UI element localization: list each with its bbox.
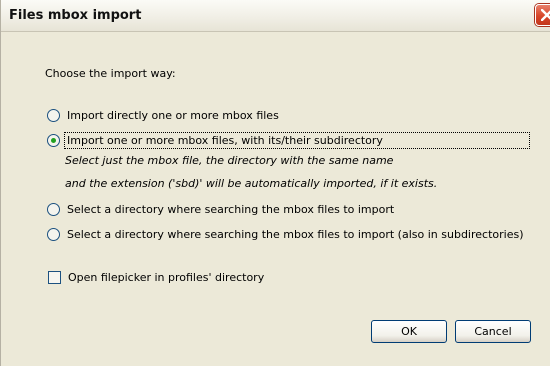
description-line-2: and the extension ('sbd)' will be automa… bbox=[65, 177, 438, 190]
import-way-prompt: Choose the import way: bbox=[45, 67, 176, 80]
radio-selected-dot bbox=[51, 138, 56, 143]
radio-select-directory[interactable] bbox=[47, 203, 60, 216]
ok-button[interactable]: OK bbox=[371, 320, 447, 343]
open-filepicker-label[interactable]: Open filepicker in profiles' directory bbox=[68, 271, 264, 284]
title-bar[interactable]: Files mbox import bbox=[1, 0, 550, 32]
close-button[interactable] bbox=[535, 4, 550, 26]
radio-select-directory-label[interactable]: Select a directory where searching the m… bbox=[67, 203, 394, 216]
radio-import-directly-label[interactable]: Import directly one or more mbox files bbox=[67, 109, 279, 122]
open-filepicker-checkbox[interactable] bbox=[48, 271, 61, 284]
import-dialog: Files mbox import Choose the import way:… bbox=[0, 0, 550, 366]
dialog-content: Choose the import way: Import directly o… bbox=[1, 33, 550, 366]
radio-import-with-subdirectory[interactable] bbox=[47, 134, 60, 147]
cancel-button[interactable]: Cancel bbox=[455, 320, 531, 343]
dialog-title: Files mbox import bbox=[9, 8, 142, 23]
radio-import-directly[interactable] bbox=[47, 109, 60, 122]
radio-import-with-subdirectory-label[interactable]: Import one or more mbox files, with its/… bbox=[67, 134, 383, 147]
radio-select-directory-recursive[interactable] bbox=[47, 228, 60, 241]
radio-select-directory-recursive-label[interactable]: Select a directory where searching the m… bbox=[67, 228, 523, 241]
close-x-icon bbox=[541, 9, 550, 21]
description-line-1: Select just the mbox file, the directory… bbox=[65, 154, 394, 167]
